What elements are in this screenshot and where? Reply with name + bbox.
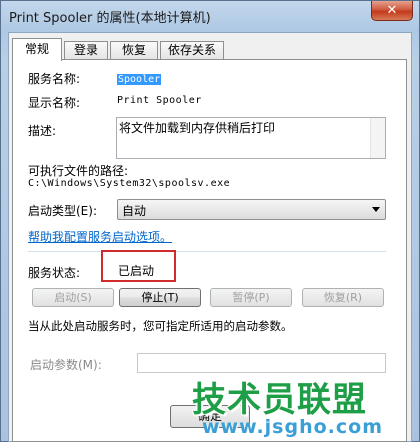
window-title: Print Spooler 的属性(本地计算机) (9, 11, 211, 26)
startup-type-dropdown[interactable]: 自动 (117, 199, 386, 220)
display-name-label: 显示名称: (28, 96, 81, 110)
service-name-selected-text[interactable]: Spooler (117, 74, 162, 85)
display-name-value: Print Spooler (117, 95, 202, 106)
startup-type-value: 自动 (122, 204, 147, 218)
startup-params-hint: 当从此处启动服务时，您可指定所适用的启动参数。 (28, 319, 293, 333)
resume-button[interactable]: 恢复(R) (302, 288, 384, 307)
stop-button[interactable]: 停止(T) (119, 288, 201, 307)
description-label: 描述: (28, 124, 57, 138)
service-name-value[interactable]: Spooler (117, 71, 162, 85)
description-scrollbar[interactable] (370, 118, 385, 158)
start-button[interactable]: 启动(S) (32, 288, 114, 307)
start-params-label: 启动参数(M): (30, 358, 102, 372)
tab-logon[interactable]: 登录 (64, 41, 108, 60)
startup-type-label: 启动类型(E): (28, 204, 97, 218)
description-box[interactable]: 将文件加载到内存供稍后打印 (116, 117, 386, 159)
description-text: 将文件加载到内存供稍后打印 (119, 121, 276, 135)
start-params-input[interactable] (137, 353, 386, 373)
close-button[interactable]: ✕ (371, 1, 413, 21)
watermark-title: 技术员联盟 (192, 380, 367, 420)
pause-button[interactable]: 暂停(P) (210, 288, 292, 307)
service-name-label: 服务名称: (28, 72, 81, 86)
tab-general[interactable]: 常规 (12, 38, 62, 61)
watermark-url: www.jsgho.com (202, 416, 383, 438)
service-status-value: 已启动 (118, 264, 155, 278)
service-status-label: 服务状态: (28, 266, 81, 280)
section-divider (28, 251, 386, 252)
exe-path-value: C:\Windows\System32\spoolsv.exe (28, 178, 231, 189)
close-icon: ✕ (386, 3, 398, 18)
help-configure-link[interactable]: 帮助我配置服务启动选项。 (28, 228, 172, 245)
tab-dependencies[interactable]: 依存关系 (160, 41, 224, 60)
watermark-logo: 技术员联盟 www.jsgho.com (192, 372, 414, 438)
exe-path-label: 可执行文件的路径: (28, 164, 129, 178)
tab-recovery[interactable]: 恢复 (110, 41, 158, 60)
chevron-down-icon (372, 207, 380, 212)
